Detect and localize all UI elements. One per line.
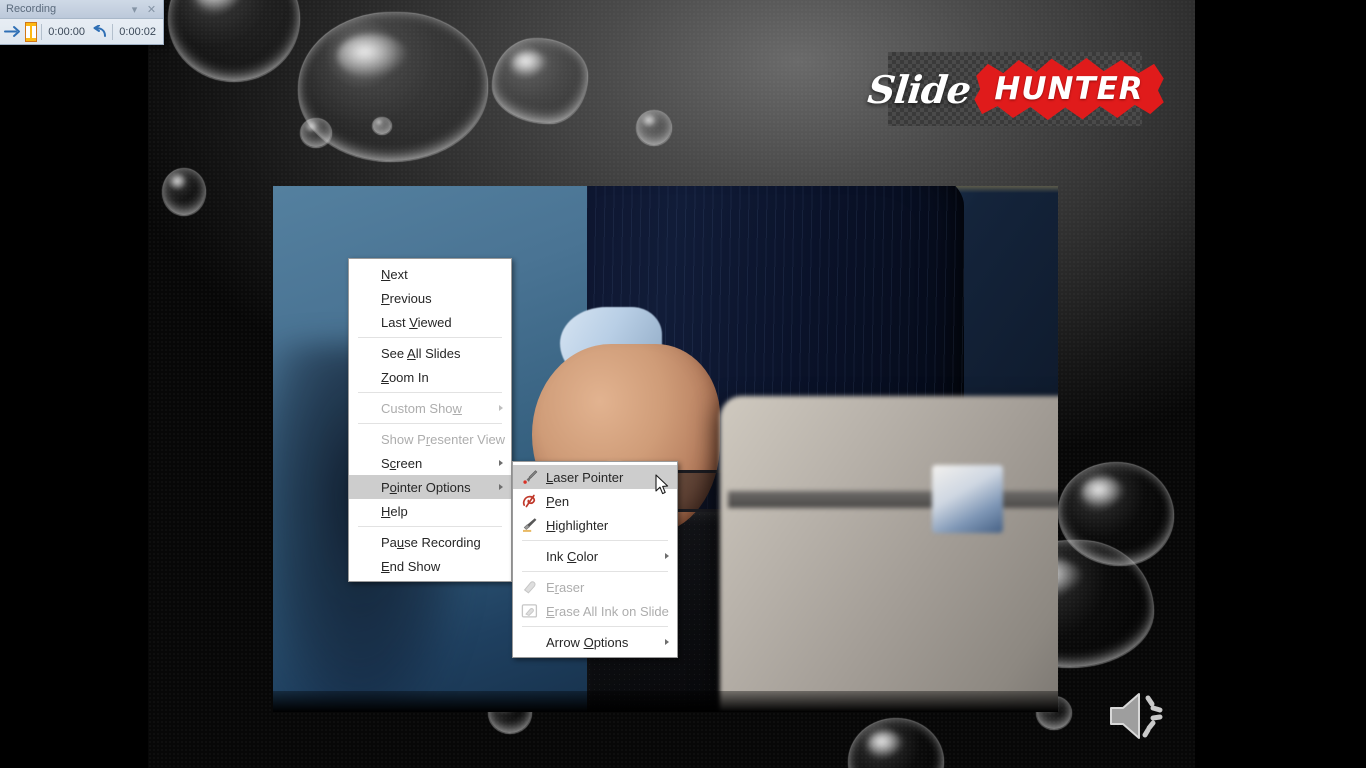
menu-item-label: Pointer Options (381, 479, 471, 495)
recording-title: Recording (6, 2, 57, 15)
menu-item-arrow-options[interactable]: Arrow Options (513, 630, 677, 654)
menu-item-laser-pointer[interactable]: Laser Pointer (513, 465, 677, 489)
menu-item-label: Help (381, 503, 408, 519)
logo-hunter-badge: HUNTER (976, 62, 1161, 116)
menu-separator (522, 540, 668, 541)
pen-icon (520, 492, 539, 511)
pause-button[interactable] (25, 21, 37, 42)
slideshow-context-menu[interactable]: Next Previous Last Viewed See All Slides Zoo… (348, 258, 512, 582)
menu-item-label: Pause Recording (381, 534, 481, 550)
menu-separator (358, 337, 502, 338)
menu-item-label: Last Viewed (381, 314, 452, 330)
recording-controls: 0:00:00 0:00:02 (0, 19, 163, 44)
menu-item-zoom-in[interactable]: Zoom In (349, 365, 511, 389)
speaker-icon[interactable] (1105, 688, 1177, 744)
menu-item-eraser: Eraser (513, 575, 677, 599)
menu-separator (358, 392, 502, 393)
menu-item-next[interactable]: Next (349, 262, 511, 286)
bubble-decoration (636, 110, 672, 146)
menu-item-label: Ink Color (546, 548, 599, 564)
menu-separator (358, 423, 502, 424)
menu-item-ink-color[interactable]: Ink Color (513, 544, 677, 568)
erase-all-ink-icon (520, 602, 539, 621)
menu-item-label: Laser Pointer (546, 469, 624, 485)
submenu-arrow-icon (499, 405, 503, 411)
menu-separator (522, 626, 668, 627)
logo-slide-text: Slide (865, 66, 973, 112)
menu-item-label: Custom Show (381, 400, 462, 416)
mouse-pointer-icon (655, 474, 669, 495)
letterbox-right (1195, 0, 1366, 768)
slideshow-stage: Slide HUNTER Recording ▾ ✕ 0:00:00 0:00:… (0, 0, 1366, 768)
menu-item-label: Eraser (546, 579, 585, 595)
eraser-icon (520, 578, 539, 597)
menu-item-label: Erase All Ink on Slide (546, 603, 669, 619)
menu-item-highlighter[interactable]: Highlighter (513, 513, 677, 537)
submenu-arrow-icon (499, 484, 503, 490)
menu-item-erase-all-ink-on-slide: Erase All Ink on Slide (513, 599, 677, 623)
menu-item-custom-show: Custom Show (349, 396, 511, 420)
close-icon[interactable]: ✕ (143, 1, 160, 18)
bubble-decoration (168, 0, 300, 82)
menu-item-pause-recording[interactable]: Pause Recording (349, 530, 511, 554)
bubble-decoration (162, 168, 206, 216)
logo-hunter-text: HUNTER (994, 71, 1144, 107)
chevron-down-icon[interactable]: ▾ (126, 1, 143, 18)
menu-item-see-all-slides[interactable]: See All Slides (349, 341, 511, 365)
menu-item-label: Next (381, 266, 408, 282)
menu-item-previous[interactable]: Previous (349, 286, 511, 310)
menu-item-screen[interactable]: Screen (349, 451, 511, 475)
menu-item-label: Zoom In (381, 369, 429, 385)
menu-separator (358, 526, 502, 527)
menu-item-show-presenter-view: Show Presenter View (349, 427, 511, 451)
menu-item-label: Pen (546, 493, 570, 509)
menu-item-pen[interactable]: Pen (513, 489, 677, 513)
menu-item-label: Highlighter (546, 517, 609, 533)
menu-item-end-show[interactable]: End Show (349, 554, 511, 578)
menu-item-label: See All Slides (381, 345, 461, 361)
bubble-decoration (372, 117, 392, 135)
submenu-arrow-icon (499, 460, 503, 466)
letterbox-left (0, 0, 148, 768)
highlighter-icon (520, 516, 539, 535)
total-timer: 0:00:02 (119, 25, 156, 38)
menu-separator (522, 571, 668, 572)
recording-toolbar[interactable]: Recording ▾ ✕ 0:00:00 0:00:02 (0, 0, 164, 45)
laser-pointer-icon (520, 468, 539, 487)
menu-item-pointer-options[interactable]: Pointer Options (349, 475, 511, 499)
slidehunter-logo: Slide HUNTER (866, 52, 1143, 126)
menu-item-label: End Show (381, 558, 441, 574)
arrow-right-icon[interactable] (4, 22, 21, 42)
submenu-arrow-icon (665, 639, 669, 645)
menu-item-label: Show Presenter View (381, 431, 506, 447)
slide-timer: 0:00:00 (48, 25, 85, 38)
pointer-options-submenu[interactable]: Laser Pointer Pen Highlighter Ink Color E… (512, 461, 678, 658)
recording-titlebar[interactable]: Recording ▾ ✕ (0, 0, 163, 19)
menu-item-label: Previous (381, 290, 432, 306)
menu-item-label: Screen (381, 455, 423, 471)
menu-item-help[interactable]: Help (349, 499, 511, 523)
undo-icon[interactable] (92, 22, 108, 42)
menu-item-last-viewed[interactable]: Last Viewed (349, 310, 511, 334)
bubble-decoration (300, 118, 332, 148)
bubble-decoration (848, 718, 944, 768)
bubble-decoration (492, 38, 588, 124)
menu-item-label: Arrow Options (546, 634, 629, 650)
submenu-arrow-icon (665, 553, 669, 559)
